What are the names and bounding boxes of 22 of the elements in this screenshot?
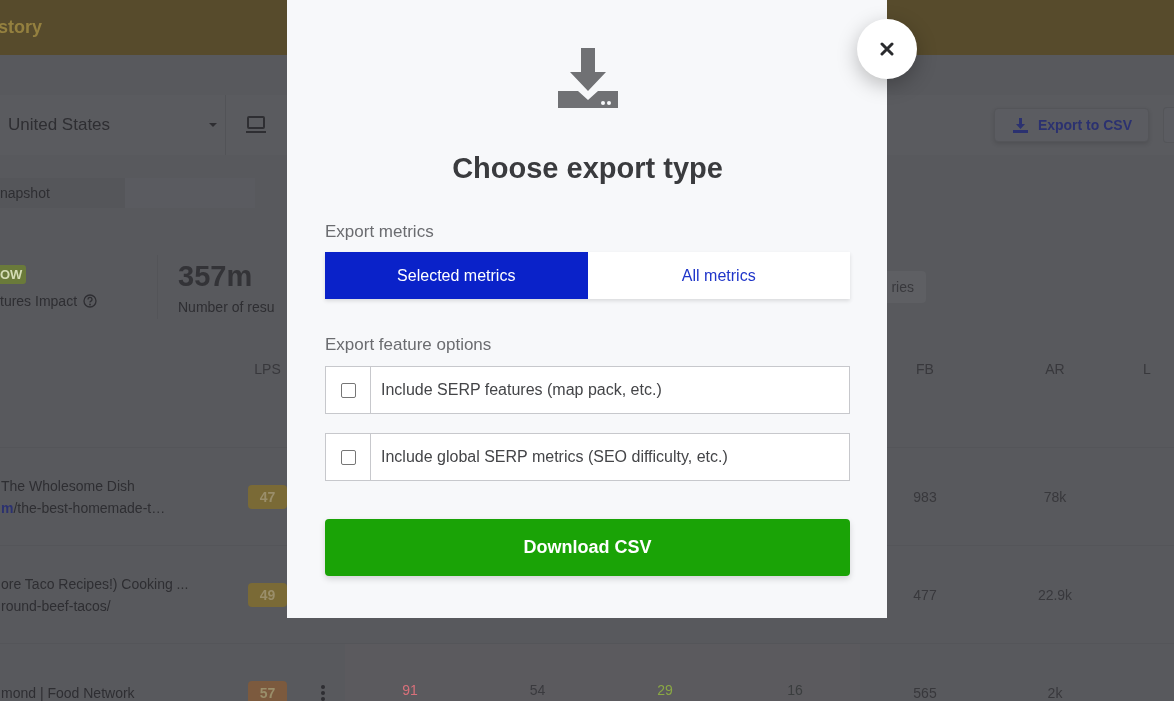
option-label: Include SERP features (map pack, etc.) [380, 381, 662, 399]
caret-icon [209, 123, 217, 127]
dialog-title: Choose export type [451, 152, 724, 185]
checkbox[interactable] [340, 382, 356, 398]
impact-badge: OW [0, 265, 27, 284]
download-icon [1012, 117, 1028, 133]
metrics-tab[interactable]: All metrics [587, 252, 850, 299]
option-row[interactable]: Include global SERP metrics (SEO difficulty, etc.) [325, 433, 850, 481]
close-icon [880, 42, 894, 56]
table-cell: 29 [657, 682, 673, 698]
metrics-tab[interactable]: Selected metrics [325, 252, 588, 299]
download-button[interactable]: Download CSV [325, 519, 850, 576]
option-label: Include global SERP metrics (SEO difficulty, etc.) [380, 448, 728, 466]
table-cell: 91 [402, 682, 418, 698]
laptop-icon[interactable] [246, 116, 266, 134]
more-icon[interactable] [320, 684, 325, 701]
help-icon[interactable] [83, 294, 98, 308]
download-icon [557, 48, 618, 108]
option-row[interactable]: Include SERP features (map pack, etc.) [325, 366, 850, 414]
section-label: Export feature options [325, 335, 493, 355]
section-label: Export metrics [325, 222, 435, 242]
checkbox[interactable] [340, 449, 356, 465]
